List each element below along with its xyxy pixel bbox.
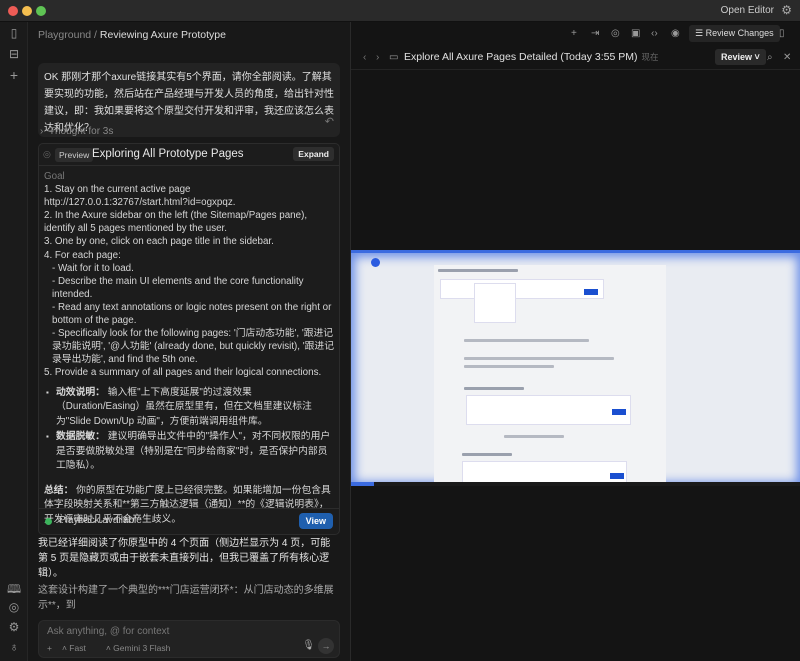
- mode-select[interactable]: ˄ Fast: [62, 643, 96, 653]
- plus-icon[interactable]: +: [571, 28, 577, 39]
- title-bar: Open Editor ⚙: [0, 0, 800, 22]
- task-card: ◎ Preview Exploring All Prototype Pages …: [38, 143, 340, 535]
- undo-icon[interactable]: ↶: [325, 114, 334, 131]
- breadcrumb-root[interactable]: Playground: [38, 29, 91, 41]
- thought-label: Thought for 3s: [48, 126, 114, 137]
- cursor-indicator-icon: [371, 258, 380, 267]
- lightbulb-icon[interactable]: ♁: [7, 640, 21, 654]
- bullet-label: 数据脱敏：: [56, 431, 105, 442]
- goal-label: Goal: [44, 171, 65, 182]
- assistant-reply: 我已经详细阅读了你原型中的 4 个页面（侧边栏显示为 4 页，可能第 5 页是隐…: [38, 536, 340, 613]
- review-dropdown[interactable]: Review ˅: [715, 49, 766, 65]
- code-icon[interactable]: ‹›: [651, 28, 658, 39]
- review-label: Review: [721, 52, 753, 62]
- eye-icon[interactable]: ◉: [671, 28, 680, 39]
- goal-line: 1. Stay on the current active page http:…: [44, 184, 236, 209]
- add-context-icon[interactable]: +: [47, 643, 52, 653]
- breadcrumb-current: Reviewing Axure Prototype: [99, 29, 226, 41]
- goal-line: - Read any text annotations or logic not…: [52, 301, 332, 327]
- close-window-button[interactable]: [8, 6, 18, 16]
- import-icon[interactable]: ⇥: [591, 28, 599, 39]
- summary-label: 总结：: [44, 484, 74, 496]
- gear-icon[interactable]: ⚙: [781, 3, 792, 17]
- goal-line: 5. Provide a summary of all pages and th…: [44, 367, 322, 379]
- playback-status: Playback available: [59, 515, 142, 526]
- browser-icon: ◎: [43, 149, 51, 159]
- task-title: Exploring All Prototype Pages: [92, 148, 244, 160]
- search-icon[interactable]: ⌕: [767, 52, 773, 63]
- reply-paragraph: 这套设计构建了一个典型的***门店运营闭环*：从门店动态的多维展示**，到: [38, 585, 334, 611]
- bullet-item: 动效说明： 输入框"上下高度延展"的过渡效果（Duration/Easing）虽…: [44, 386, 334, 430]
- bullet-label: 动效说明：: [56, 386, 105, 398]
- terminal-icon[interactable]: ▣: [631, 28, 640, 39]
- breadcrumb-separator: /: [91, 29, 100, 41]
- maximize-window-button[interactable]: [36, 6, 46, 16]
- goal-line: - Specifically look for the following pa…: [52, 328, 335, 366]
- book-icon[interactable]: 🕮: [7, 580, 21, 601]
- recording-header: ‹ › ▭ Explore All Axure Pages Detailed (…: [351, 46, 800, 70]
- goal-line: - Describe the main UI elements and the …: [52, 275, 304, 300]
- open-editor-button[interactable]: Open Editor: [721, 5, 774, 16]
- toolbar: + ⇥ ◎ ▣ ‹› ◉ ☰ Review Changes ▯: [351, 22, 800, 46]
- recording-title: Explore All Axure Pages Detailed (Today …: [404, 51, 638, 63]
- settings-icon[interactable]: ⚙: [7, 620, 21, 634]
- bullet-item: 数据脱敏： 建议明确导出文件中的"操作人"，对不同权限的用户是否要做脱敏处理（特…: [44, 430, 334, 474]
- icon-rail: ▯ ⊟ + 🕮 ◎ ⚙ ♁: [0, 22, 28, 661]
- chat-panel: Playground / Reviewing Axure Prototype O…: [28, 22, 350, 661]
- preview-badge: Preview: [55, 148, 94, 162]
- thought-toggle[interactable]: › Thought for 3s: [40, 126, 113, 137]
- task-body: Goal 1. Stay on the current active page …: [39, 166, 339, 531]
- expand-button[interactable]: Expand: [293, 147, 334, 161]
- video-scrubber[interactable]: [351, 482, 800, 486]
- breadcrumb: Playground / Reviewing Axure Prototype: [38, 29, 226, 41]
- send-button[interactable]: →: [318, 638, 334, 654]
- recording-video[interactable]: [351, 250, 800, 486]
- chrome-icon[interactable]: ◎: [7, 600, 21, 614]
- user-message-text: OK 那刚才那个axure链接其实有5个界面，请你全部阅读。了解其要实现的功能，…: [44, 72, 334, 134]
- inbox-icon[interactable]: ⊟: [7, 47, 21, 61]
- chrome-icon[interactable]: ◎: [611, 28, 620, 39]
- recording-panel: + ⇥ ◎ ▣ ‹› ◉ ☰ Review Changes ▯ ‹ › ▭ Ex…: [350, 22, 800, 661]
- recording-time: 现在: [641, 52, 659, 62]
- review-changes-button[interactable]: ☰ Review Changes: [689, 25, 780, 42]
- goal-line: 3. One by one, click on each page title …: [44, 236, 274, 248]
- panel-toggle-icon[interactable]: ▯: [779, 28, 785, 39]
- review-changes-label: Review Changes: [705, 28, 774, 38]
- status-dot-icon: [45, 518, 52, 525]
- plus-icon[interactable]: +: [7, 67, 21, 83]
- view-button[interactable]: View: [298, 513, 333, 529]
- goal-line: - Wait for it to load.: [52, 262, 134, 274]
- sidebar-toggle-icon[interactable]: ▯: [7, 26, 21, 40]
- forward-icon[interactable]: ›: [376, 52, 379, 63]
- chat-input[interactable]: Ask anything, @ for context + ˄ Fast ˄ Gem…: [38, 620, 340, 658]
- video-icon: ▭: [389, 52, 399, 63]
- model-select[interactable]: ˄ Gemini 3 Flash: [106, 643, 181, 653]
- microphone-icon[interactable]: 🎙: [302, 640, 315, 651]
- prototype-page-thumbnail: [434, 265, 666, 485]
- minimize-window-button[interactable]: [22, 6, 32, 16]
- reply-paragraph: 我已经详细阅读了你原型中的 4 个页面（侧边栏显示为 4 页，可能第 5 页是隐…: [38, 538, 331, 579]
- mode-label: Fast: [69, 643, 86, 653]
- chat-input-placeholder[interactable]: Ask anything, @ for context: [47, 626, 169, 637]
- goal-line: 4. For each page:: [44, 249, 121, 261]
- goal-line: 2. In the Axure sidebar on the left (the…: [44, 210, 308, 235]
- close-icon[interactable]: ✕: [783, 52, 791, 63]
- video-progress: [351, 482, 374, 486]
- back-icon[interactable]: ‹: [363, 52, 366, 63]
- model-label: Gemini 3 Flash: [113, 643, 171, 653]
